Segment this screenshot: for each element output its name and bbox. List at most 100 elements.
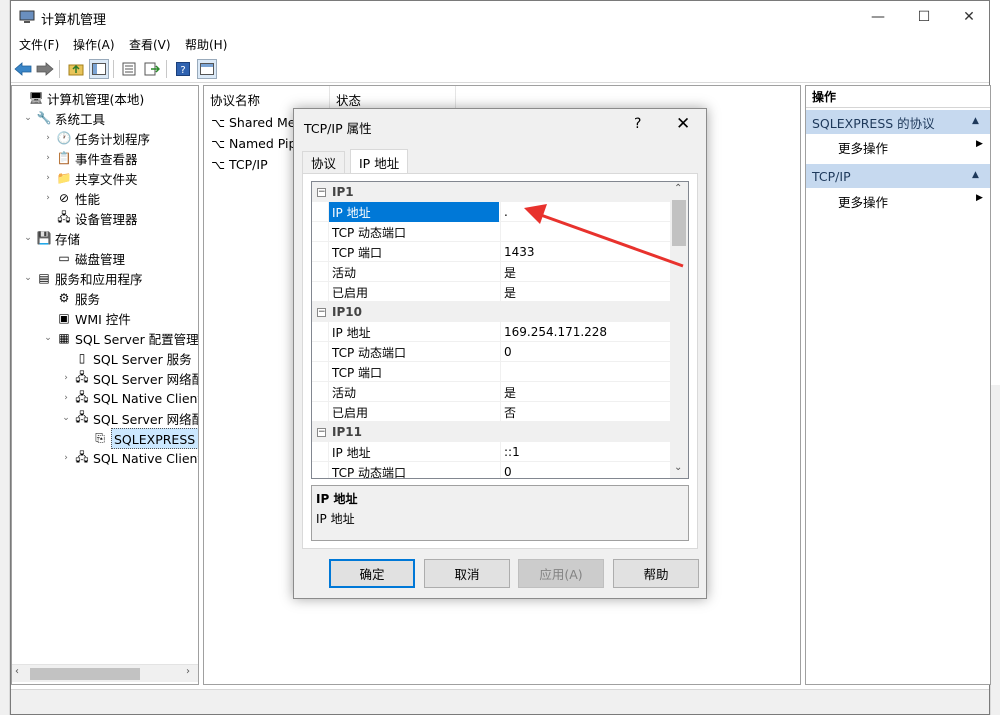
- collapse-box-icon[interactable]: −: [317, 307, 326, 317]
- menu-view[interactable]: 查看(V): [129, 36, 171, 53]
- grid-property-row[interactable]: TCP 动态端口: [312, 222, 670, 242]
- property-value[interactable]: [500, 222, 670, 242]
- collapse-chevron-icon[interactable]: ⌄: [22, 233, 34, 243]
- menu-file[interactable]: 文件(F): [19, 36, 59, 53]
- tree-item[interactable]: ⌄ 🔧 系统工具: [22, 108, 105, 128]
- collapse-chevron-icon[interactable]: ⌄: [60, 413, 72, 423]
- show-hide-tree-icon[interactable]: [89, 59, 109, 79]
- grid-group-header[interactable]: − IP10: [312, 302, 670, 322]
- close-button[interactable]: ✕: [946, 1, 992, 33]
- grid-group-header[interactable]: − IP11: [312, 422, 670, 442]
- expand-chevron-icon[interactable]: ›: [60, 393, 72, 403]
- property-value[interactable]: 0: [500, 342, 670, 362]
- menu-action[interactable]: 操作(A): [73, 36, 115, 53]
- minimize-button[interactable]: —: [855, 1, 901, 33]
- collapse-box-icon[interactable]: −: [317, 427, 326, 437]
- collapse-chevron-icon[interactable]: ⌄: [22, 273, 34, 283]
- grid-property-row[interactable]: TCP 端口 1433: [312, 242, 670, 262]
- scroll-down-icon[interactable]: ⌄: [674, 462, 682, 473]
- expand-chevron-icon[interactable]: ›: [42, 153, 54, 163]
- menu-help[interactable]: 帮助(H): [185, 36, 227, 53]
- actions-section-tcpip[interactable]: TCP/IP ▲: [806, 164, 990, 188]
- scroll-left-icon[interactable]: ‹: [15, 666, 19, 677]
- more-actions-link[interactable]: 更多操作: [838, 192, 888, 211]
- collapse-icon[interactable]: ▲: [972, 116, 979, 126]
- property-value[interactable]: 是: [500, 282, 670, 302]
- tree-item[interactable]: ⌄ 💾 存储: [22, 228, 80, 248]
- property-value[interactable]: 否: [500, 402, 670, 422]
- up-folder-icon[interactable]: [66, 59, 86, 79]
- grid-property-row[interactable]: IP 地址::1: [312, 442, 670, 462]
- property-value[interactable]: ::1: [500, 442, 670, 462]
- property-value[interactable]: 是: [500, 262, 670, 282]
- grid-property-row[interactable]: IP 地址 169.254.171.228: [312, 322, 670, 342]
- property-value[interactable]: 169.254.171.228: [500, 322, 670, 342]
- property-value[interactable]: 是: [500, 382, 670, 402]
- tree-item[interactable]: 🖧 设备管理器: [42, 208, 137, 228]
- tree-item[interactable]: ⚙ 服务: [42, 288, 100, 308]
- property-value[interactable]: .: [500, 202, 670, 222]
- maximize-button[interactable]: ☐: [901, 1, 947, 33]
- expand-chevron-icon[interactable]: ›: [42, 173, 54, 183]
- tree-item[interactable]: ⌄ ▦ SQL Server 配置管理器: [42, 328, 198, 348]
- expand-chevron-icon[interactable]: ›: [60, 453, 72, 463]
- tree-horizontal-scrollbar[interactable]: ‹ ›: [12, 664, 198, 682]
- property-value[interactable]: 0: [500, 462, 670, 478]
- help-icon[interactable]: ?: [173, 59, 193, 79]
- grid-property-row[interactable]: TCP 动态端口 0: [312, 342, 670, 362]
- grid-property-row[interactable]: 已启用是: [312, 282, 670, 302]
- tree-item[interactable]: › 📋 事件查看器: [42, 148, 137, 168]
- tree-item[interactable]: ▯ SQL Server 服务: [60, 348, 192, 368]
- grid-property-row[interactable]: TCP 端口: [312, 362, 670, 382]
- grid-vertical-scrollbar[interactable]: ⌃ ⌄: [670, 182, 688, 478]
- tree-item[interactable]: › 🕐 任务计划程序: [42, 128, 150, 148]
- collapse-icon[interactable]: ▲: [972, 170, 979, 180]
- tab-ip-addresses[interactable]: IP 地址: [350, 149, 409, 174]
- scrollbar-thumb[interactable]: [672, 200, 686, 246]
- scroll-right-icon[interactable]: ›: [186, 666, 190, 677]
- tree-item[interactable]: ▭ 磁盘管理: [42, 248, 125, 268]
- collapse-chevron-icon[interactable]: ⌄: [22, 113, 34, 123]
- properties-icon[interactable]: [119, 59, 139, 79]
- show-hide-action-pane-icon[interactable]: [197, 59, 217, 79]
- apply-button[interactable]: 应用(A): [518, 559, 604, 588]
- more-actions-link[interactable]: 更多操作: [838, 138, 888, 157]
- scroll-up-icon[interactable]: ⌃: [674, 183, 682, 194]
- back-arrow-icon[interactable]: [13, 59, 33, 79]
- ok-button[interactable]: 确定: [329, 559, 415, 588]
- expand-chevron-icon[interactable]: ›: [42, 193, 54, 203]
- expand-chevron-icon[interactable]: ›: [60, 373, 72, 383]
- tree-item[interactable]: ▣ WMI 控件: [42, 308, 130, 328]
- tree-item[interactable]: ⌄ ▤ 服务和应用程序: [22, 268, 142, 288]
- export-list-icon[interactable]: [142, 59, 162, 79]
- tree-item[interactable]: › 🖧 SQL Native Client: [60, 448, 198, 468]
- grid-property-row[interactable]: 活动是: [312, 262, 670, 282]
- list-item[interactable]: ⌥ TCP/IP: [208, 154, 268, 175]
- collapse-box-icon[interactable]: −: [317, 187, 326, 197]
- tree-item[interactable]: › 📁 共享文件夹: [42, 168, 137, 188]
- grid-property-row[interactable]: IP 地址.: [312, 202, 670, 222]
- tree-item[interactable]: › 🖧 SQL Native Client: [60, 388, 198, 408]
- help-button[interactable]: 帮助: [613, 559, 699, 588]
- tab-protocol[interactable]: 协议: [302, 151, 346, 173]
- tree-item[interactable]: ⎘ SQLEXPRESS 的: [78, 427, 198, 449]
- tree-item[interactable]: 🖥 计算机管理(本地): [14, 88, 144, 108]
- tree-item[interactable]: › 🖧 SQL Server 网络配: [60, 368, 198, 388]
- grid-property-row[interactable]: 活动是: [312, 382, 670, 402]
- help-question-button[interactable]: ?: [634, 116, 641, 132]
- property-value[interactable]: 1433: [500, 242, 670, 262]
- actions-section-protocols[interactable]: SQLEXPRESS 的协议 ▲: [806, 110, 990, 134]
- property-value[interactable]: [500, 362, 670, 382]
- grid-group-header[interactable]: − IP1: [312, 182, 670, 202]
- grid-property-row[interactable]: 已启用否: [312, 402, 670, 422]
- cancel-button[interactable]: 取消: [424, 559, 510, 588]
- scrollbar-thumb[interactable]: [30, 668, 140, 680]
- list-item[interactable]: ⌥ Named Pipe: [208, 133, 304, 154]
- forward-arrow-icon[interactable]: [35, 59, 55, 79]
- grid-property-row[interactable]: TCP 动态端口 0: [312, 462, 670, 478]
- tree-item[interactable]: ⌄ 🖧 SQL Server 网络配: [60, 408, 198, 428]
- tree-item[interactable]: › ⊘ 性能: [42, 188, 100, 208]
- dialog-close-button[interactable]: ✕: [676, 114, 690, 134]
- collapse-chevron-icon[interactable]: ⌄: [42, 333, 54, 343]
- expand-chevron-icon[interactable]: ›: [42, 133, 54, 143]
